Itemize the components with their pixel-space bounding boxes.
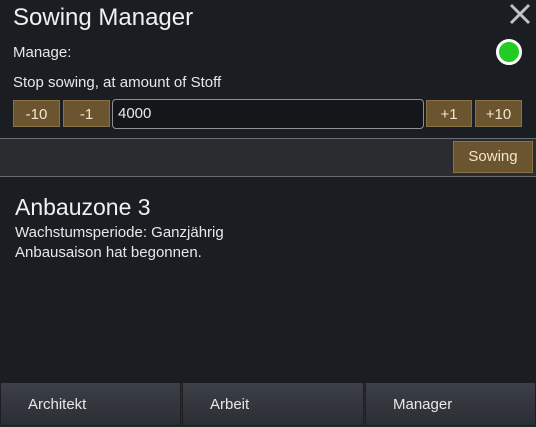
- tab-manager[interactable]: Manager: [365, 382, 536, 426]
- minus-10-button[interactable]: -10: [13, 100, 60, 127]
- tab-arbeit[interactable]: Arbeit: [182, 382, 364, 426]
- plus-10-button[interactable]: +10: [475, 100, 522, 127]
- tab-architekt[interactable]: Architekt: [0, 382, 181, 426]
- sowing-button[interactable]: Sowing: [453, 141, 533, 173]
- zone-info-panel: Anbauzone 3 Wachstumsperiode: Ganzjährig…: [0, 176, 536, 383]
- close-icon[interactable]: [506, 0, 534, 28]
- zone-title: Anbauzone 3: [15, 194, 151, 220]
- growing-period-text: Wachstumsperiode: Ganzjährig: [15, 224, 224, 241]
- season-status-text: Anbausaison hat begonnen.: [15, 244, 202, 261]
- manage-label: Manage:: [13, 44, 72, 61]
- minus-1-button[interactable]: -1: [63, 100, 110, 127]
- sowing-manager-panel: Sowing Manager Manage: Stop sowing, at a…: [0, 0, 536, 139]
- stop-sowing-label: Stop sowing, at amount of Stoff: [13, 74, 222, 91]
- window-title: Sowing Manager: [13, 4, 194, 31]
- amount-input[interactable]: 4000: [112, 99, 424, 129]
- bottom-tab-bar: Architekt Arbeit Manager: [0, 382, 536, 426]
- manage-toggle[interactable]: [496, 39, 522, 65]
- plus-1-button[interactable]: +1: [426, 100, 472, 127]
